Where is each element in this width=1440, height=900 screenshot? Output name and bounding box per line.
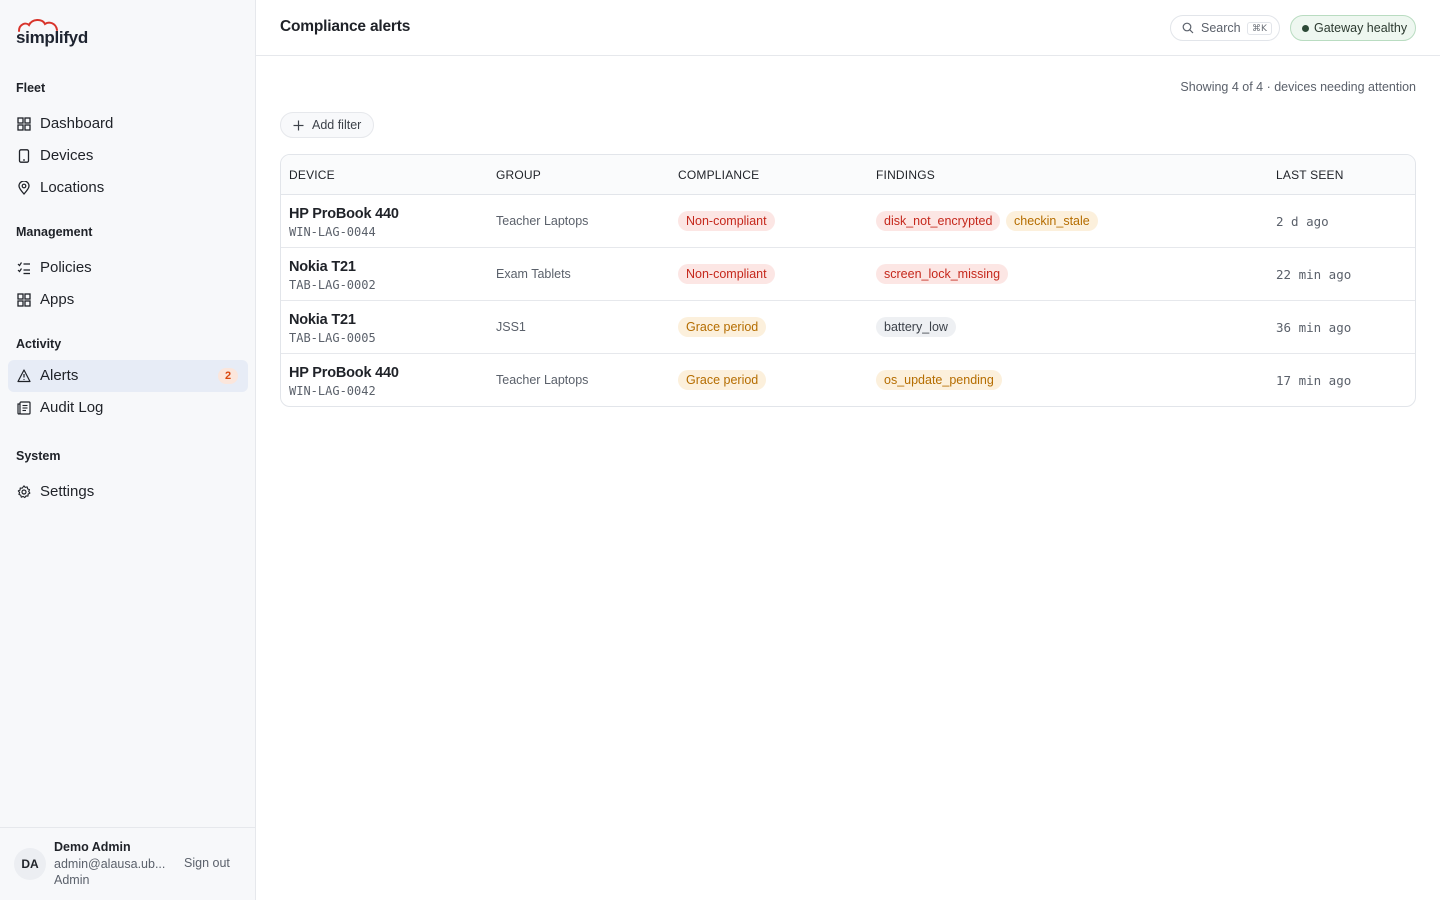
checklist-icon [17, 262, 30, 275]
device-name[interactable]: HP ProBook 440 [289, 365, 399, 381]
device-group: JSS1 [496, 320, 526, 334]
sidebar-item-label: Dashboard [40, 115, 114, 132]
table-row[interactable]: HP ProBook 440 WIN-LAG-0042 Teacher Lapt… [281, 354, 1415, 406]
sidebar-item-settings[interactable]: Settings [8, 476, 248, 508]
sidebar-item-label: Apps [40, 291, 75, 308]
column-header-compliance[interactable]: COMPLIANCE [678, 168, 759, 182]
user-name: Demo Admin [54, 840, 131, 854]
finding-tag: battery_low [876, 317, 956, 337]
add-filter-label: Add filter [312, 118, 362, 132]
device-group: Exam Tablets [496, 267, 571, 281]
user-profile: DA Demo Admin admin@alausa.ub... Admin S… [0, 827, 256, 900]
gateway-status-label: Gateway healthy [1314, 21, 1408, 35]
nav-section-management: Management Policies Apps [0, 222, 256, 316]
sidebar-item-devices[interactable]: Devices [8, 140, 248, 172]
last-seen: 17 min ago [1276, 373, 1352, 388]
add-filter-button[interactable]: Add filter [280, 112, 374, 138]
sidebar-item-audit-log[interactable]: Audit Log [8, 392, 248, 424]
column-header-findings[interactable]: FINDINGS [876, 168, 935, 182]
nav-heading: Activity [16, 337, 62, 351]
sidebar-item-apps[interactable]: Apps [8, 284, 248, 316]
search-button[interactable]: Search ⌘K [1170, 15, 1280, 41]
finding-tag: checkin_stale [1006, 211, 1098, 231]
search-shortcut: ⌘K [1247, 22, 1272, 35]
status-dot-icon [1302, 25, 1309, 32]
device-id: WIN-LAG-0044 [289, 225, 376, 239]
brand-logo[interactable]: simplifyd [16, 18, 136, 50]
sidebar-item-label: Locations [40, 179, 105, 196]
log-icon [17, 401, 31, 415]
nav-section-fleet: Fleet Dashboard Devices Locations [0, 78, 256, 204]
result-count: Showing 4 of 4 · devices needing attenti… [1180, 80, 1416, 94]
nav-heading: Fleet [16, 81, 46, 95]
alerts-table: DEVICE GROUP COMPLIANCE FINDINGS LAST SE… [280, 154, 1416, 407]
device-name[interactable]: HP ProBook 440 [289, 206, 399, 222]
device-group: Teacher Laptops [496, 214, 589, 228]
sidebar-item-alerts[interactable]: Alerts 2 [8, 360, 248, 392]
tablet-icon [18, 149, 30, 163]
compliance-badge: Non-compliant [678, 264, 775, 284]
alert-triangle-icon [17, 369, 31, 383]
alerts-count-badge: 2 [218, 368, 238, 384]
search-icon [1182, 22, 1194, 34]
compliance-badge: Grace period [678, 317, 767, 337]
column-header-last-seen[interactable]: LAST SEEN [1276, 168, 1344, 182]
compliance-badge: Grace period [678, 370, 767, 390]
map-pin-icon [18, 181, 30, 195]
sidebar: simplifyd Fleet Dashboard Devices Locati… [0, 0, 256, 900]
device-id: TAB-LAG-0002 [289, 278, 376, 292]
avatar[interactable]: DA [14, 848, 46, 880]
table-header: DEVICE GROUP COMPLIANCE FINDINGS LAST SE… [281, 155, 1415, 195]
device-id: TAB-LAG-0005 [289, 331, 376, 345]
device-id: WIN-LAG-0042 [289, 384, 376, 398]
sign-out-button[interactable]: Sign out [184, 856, 230, 870]
nav-heading: System [16, 449, 61, 463]
device-group: Teacher Laptops [496, 373, 589, 387]
last-seen: 2 d ago [1276, 214, 1329, 229]
search-label: Search [1201, 21, 1241, 35]
device-name[interactable]: Nokia T21 [289, 259, 356, 275]
grid-icon [17, 117, 31, 131]
gear-icon [17, 485, 31, 499]
nav-section-activity: Activity Alerts 2 Audit Log [0, 334, 256, 424]
sidebar-item-label: Audit Log [40, 399, 104, 416]
sidebar-item-label: Settings [40, 483, 95, 500]
column-header-device[interactable]: DEVICE [289, 168, 335, 182]
device-name[interactable]: Nokia T21 [289, 312, 356, 328]
nav-section-system: System Settings [0, 446, 256, 508]
column-header-group[interactable]: GROUP [496, 168, 541, 182]
table-row[interactable]: HP ProBook 440 WIN-LAG-0044 Teacher Lapt… [281, 195, 1415, 248]
last-seen: 22 min ago [1276, 267, 1352, 282]
gateway-status-badge[interactable]: Gateway healthy [1290, 15, 1416, 41]
finding-tag: screen_lock_missing [876, 264, 1009, 284]
compliance-badge: Non-compliant [678, 211, 775, 231]
finding-tag: disk_not_encrypted [876, 211, 1001, 231]
nav-heading: Management [16, 225, 93, 239]
page-title: Compliance alerts [280, 18, 411, 35]
apps-icon [17, 293, 31, 307]
table-row[interactable]: Nokia T21 TAB-LAG-0002 Exam Tablets Non-… [281, 248, 1415, 301]
finding-tag: os_update_pending [876, 370, 1002, 390]
brand-name: simplifyd [16, 28, 88, 47]
sidebar-item-locations[interactable]: Locations [8, 172, 248, 204]
sidebar-item-label: Alerts [40, 367, 79, 384]
sidebar-item-dashboard[interactable]: Dashboard [8, 108, 248, 140]
user-role: Admin [54, 873, 90, 887]
last-seen: 36 min ago [1276, 320, 1352, 335]
table-row[interactable]: Nokia T21 TAB-LAG-0005 JSS1 Grace period… [281, 301, 1415, 354]
sidebar-item-policies[interactable]: Policies [8, 252, 248, 284]
sidebar-item-label: Devices [40, 147, 94, 164]
user-email: admin@alausa.ub... [54, 857, 166, 871]
sidebar-item-label: Policies [40, 259, 92, 276]
plus-icon [293, 120, 304, 131]
topbar: Compliance alerts Search ⌘K Gateway heal… [256, 0, 1440, 56]
